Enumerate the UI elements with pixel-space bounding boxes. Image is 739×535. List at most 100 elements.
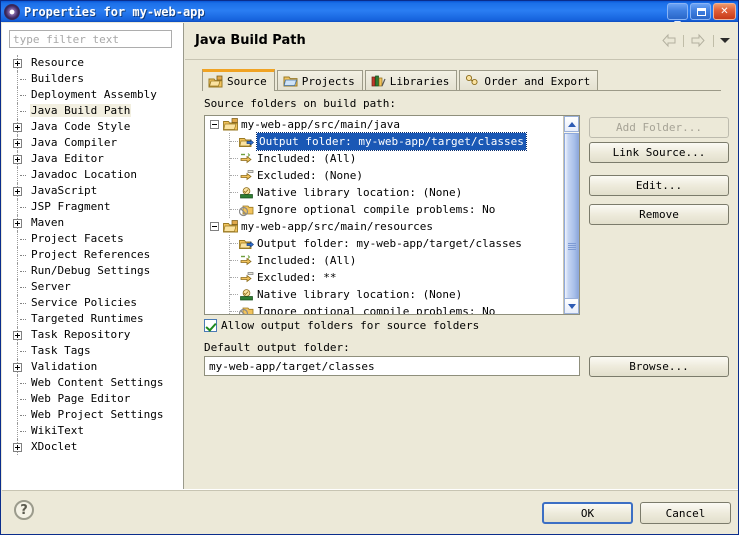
- sidebar-item-javadoc-location[interactable]: Javadoc Location: [2, 167, 183, 183]
- sidebar-item-java-compiler[interactable]: Java Compiler: [2, 135, 183, 151]
- source-folder-attribute-row[interactable]: Included: (All): [205, 252, 564, 269]
- source-folder-attribute-row[interactable]: Ignore optional compile problems: No: [205, 201, 564, 218]
- tree-node-label: Native library location: (None): [257, 288, 463, 301]
- expand-plus-icon[interactable]: [13, 123, 22, 132]
- sidebar-item-deployment-assembly[interactable]: Deployment Assembly: [2, 87, 183, 103]
- forward-arrow-icon[interactable]: [690, 33, 707, 48]
- sidebar-item-label: WikiText: [31, 424, 84, 437]
- back-arrow-icon[interactable]: [660, 33, 677, 48]
- tree-node-label: Included: (All): [257, 254, 357, 267]
- cancel-button[interactable]: Cancel: [640, 502, 731, 524]
- collapse-minus-icon[interactable]: [210, 120, 219, 129]
- expand-plus-icon[interactable]: [13, 363, 22, 372]
- source-folder-attribute-row[interactable]: Native library location: (None): [205, 184, 564, 201]
- source-folder-attribute-row[interactable]: Excluded: (None): [205, 167, 564, 184]
- help-question-icon[interactable]: ?: [14, 500, 34, 520]
- sidebar-item-web-content-settings[interactable]: Web Content Settings: [2, 375, 183, 391]
- expand-plus-icon[interactable]: [13, 219, 22, 228]
- sidebar-item-service-policies[interactable]: Service Policies: [2, 295, 183, 311]
- sidebar-item-builders[interactable]: Builders: [2, 71, 183, 87]
- source-folder-attribute-row[interactable]: Included: (All): [205, 150, 564, 167]
- sidebar-item-jsp-fragment[interactable]: JSP Fragment: [2, 199, 183, 215]
- close-button[interactable]: ✕: [713, 3, 736, 20]
- tree-guide-line: [17, 231, 18, 247]
- sidebar-item-wikitext[interactable]: WikiText: [2, 423, 183, 439]
- sidebar-item-xdoclet[interactable]: XDoclet: [2, 439, 183, 455]
- scrollbar-thumb[interactable]: [564, 133, 579, 314]
- collapse-minus-icon[interactable]: [210, 222, 219, 231]
- source-folder-attribute-row[interactable]: Output folder: my-web-app/target/classes: [205, 132, 564, 151]
- edit-label: Edit...: [635, 179, 683, 192]
- source-folder-row[interactable]: my-web-app/src/main/java: [205, 116, 564, 133]
- browse-button[interactable]: Browse...: [589, 356, 729, 377]
- source-folders-tree[interactable]: my-web-app/src/main/java Output folder: m…: [204, 115, 580, 315]
- footer-divider: [2, 490, 738, 491]
- tree-vertical-scrollbar[interactable]: [563, 116, 579, 314]
- allow-output-folders-row[interactable]: Allow output folders for source folders: [204, 319, 479, 332]
- sidebar-item-label: Web Project Settings: [31, 408, 164, 421]
- default-output-folder-input[interactable]: [204, 356, 580, 376]
- tab-projects[interactable]: Projects: [276, 70, 363, 91]
- tab-order-and-export[interactable]: Order and Export: [459, 70, 599, 91]
- scroll-down-button[interactable]: [564, 298, 579, 314]
- source-folder-attribute-row[interactable]: Output folder: my-web-app/target/classes: [205, 235, 564, 252]
- sidebar-item-label: Resource: [31, 56, 84, 69]
- edit-button[interactable]: Edit...: [589, 175, 729, 196]
- minimize-button[interactable]: _: [667, 3, 688, 21]
- scroll-up-button[interactable]: [564, 116, 579, 132]
- native-library-icon: [239, 288, 254, 302]
- excluded-icon: [239, 169, 254, 183]
- tree-branch-line: [230, 192, 238, 193]
- tree-branch-line: [20, 95, 26, 96]
- sidebar-item-web-project-settings[interactable]: Web Project Settings: [2, 407, 183, 423]
- ok-button[interactable]: OK: [542, 502, 633, 524]
- expand-plus-icon[interactable]: [13, 331, 22, 340]
- sidebar-item-validation[interactable]: Validation: [2, 359, 183, 375]
- allow-output-folders-checkbox[interactable]: [204, 319, 217, 332]
- link-source-button[interactable]: Link Source...: [589, 142, 729, 163]
- close-icon: ✕: [720, 6, 729, 17]
- sidebar-item-java-editor[interactable]: Java Editor: [2, 151, 183, 167]
- window-controls: _ ✕: [667, 3, 736, 21]
- sidebar-item-run-debug-settings[interactable]: Run/Debug Settings: [2, 263, 183, 279]
- source-folder-attribute-row[interactable]: Native library location: (None): [205, 286, 564, 303]
- sidebar-item-maven[interactable]: Maven: [2, 215, 183, 231]
- chevron-down-icon[interactable]: [720, 38, 730, 43]
- sidebar-item-task-tags[interactable]: Task Tags: [2, 343, 183, 359]
- filter-input[interactable]: [9, 30, 172, 48]
- sidebar-item-java-code-style[interactable]: Java Code Style: [2, 119, 183, 135]
- expand-plus-icon[interactable]: [13, 155, 22, 164]
- sidebar-item-project-references[interactable]: Project References: [2, 247, 183, 263]
- sidebar-item-task-repository[interactable]: Task Repository: [2, 327, 183, 343]
- tree-branch-line: [20, 79, 26, 80]
- sidebar-item-server[interactable]: Server: [2, 279, 183, 295]
- source-folder-attribute-row[interactable]: Ignore optional compile problems: No: [205, 303, 564, 314]
- tab-libraries[interactable]: Libraries: [364, 70, 458, 91]
- source-folder-attribute-row[interactable]: Excluded: **: [205, 269, 564, 286]
- expand-plus-icon[interactable]: [13, 443, 22, 452]
- sidebar-item-java-build-path[interactable]: Java Build Path: [2, 103, 183, 119]
- sidebar-item-label: Java Editor: [31, 152, 104, 165]
- expand-plus-icon[interactable]: [13, 139, 22, 148]
- sidebar-item-web-page-editor[interactable]: Web Page Editor: [2, 391, 183, 407]
- dialog-footer: ? OK Cancel: [2, 489, 738, 533]
- maximize-button[interactable]: [690, 3, 711, 20]
- expand-plus-icon[interactable]: [13, 59, 22, 68]
- ignore-problems-icon: [238, 305, 254, 314]
- sidebar-item-javascript[interactable]: JavaScript: [2, 183, 183, 199]
- tree-branch-line: [20, 111, 26, 112]
- source-folder-icon: [208, 75, 223, 89]
- sidebar-item-project-facets[interactable]: Project Facets: [2, 231, 183, 247]
- tab-source[interactable]: Source: [202, 69, 275, 91]
- tree-branch-line: [20, 207, 26, 208]
- source-folder-row[interactable]: my-web-app/src/main/resources: [205, 218, 564, 235]
- tree-branch-line: [20, 399, 26, 400]
- tree-branch-line: [230, 158, 238, 159]
- remove-button[interactable]: Remove: [589, 204, 729, 225]
- sidebar-item-label: Web Content Settings: [31, 376, 164, 389]
- add-folder-button[interactable]: Add Folder...: [589, 117, 729, 138]
- tree-branch-line: [20, 431, 26, 432]
- sidebar-item-targeted-runtimes[interactable]: Targeted Runtimes: [2, 311, 183, 327]
- expand-plus-icon[interactable]: [13, 187, 22, 196]
- sidebar-item-resource[interactable]: Resource: [2, 55, 183, 71]
